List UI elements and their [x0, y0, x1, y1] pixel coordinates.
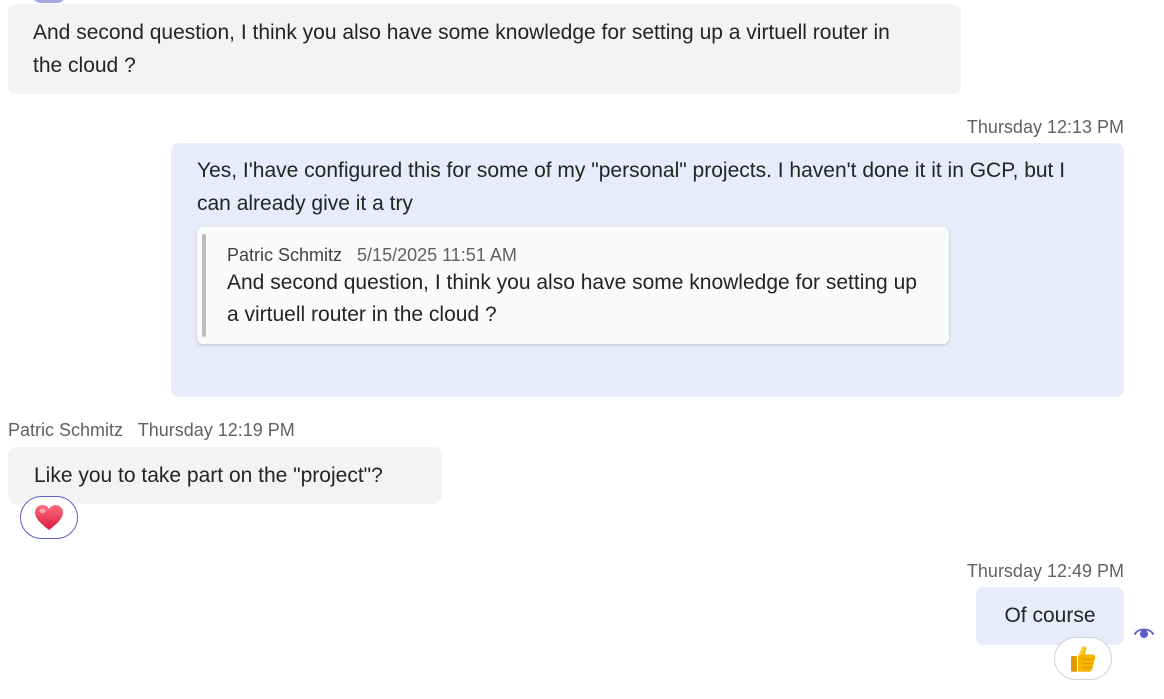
chat-thread: And second question, I think you also ha…	[0, 0, 1164, 699]
quote-timestamp: 5/15/2025 11:51 AM	[357, 245, 517, 265]
message-header: Patric Schmitz Thursday 12:19 PM	[8, 420, 295, 441]
thumbs-up-icon	[1071, 645, 1096, 672]
reaction-heart[interactable]	[20, 496, 78, 539]
message-timestamp: Thursday 12:13 PM	[966, 117, 1124, 137]
message-bubble[interactable]: Of course	[976, 587, 1124, 645]
quote-bar	[202, 234, 206, 337]
reaction-like[interactable]	[1054, 637, 1112, 680]
message-text: Yes, I'have configured this for some of …	[197, 159, 1066, 215]
message-timestamp: Thursday 12:49 PM	[966, 561, 1124, 581]
message-text: Like you to take part on the "project"?	[34, 464, 383, 487]
message-bubble[interactable]: And second question, I think you also ha…	[8, 4, 961, 94]
avatar[interactable]	[32, 0, 66, 3]
sender-name[interactable]: Patric Schmitz	[8, 420, 123, 440]
heart-icon	[35, 504, 63, 530]
message-bubble[interactable]: Like you to take part on the "project"?	[8, 447, 442, 504]
quote-text: And second question, I think you also ha…	[227, 271, 917, 326]
quote-sender: Patric Schmitz	[227, 245, 343, 265]
quoted-message[interactable]: Patric Schmitz 5/15/2025 11:51 AM And se…	[197, 227, 949, 344]
message-bubble[interactable]: Yes, I'have configured this for some of …	[171, 143, 1124, 397]
message-text: And second question, I think you also ha…	[33, 21, 890, 77]
message-text: Of course	[1004, 604, 1096, 627]
message-timestamp: Thursday 12:19 PM	[137, 420, 295, 440]
seen-icon	[1134, 628, 1154, 638]
